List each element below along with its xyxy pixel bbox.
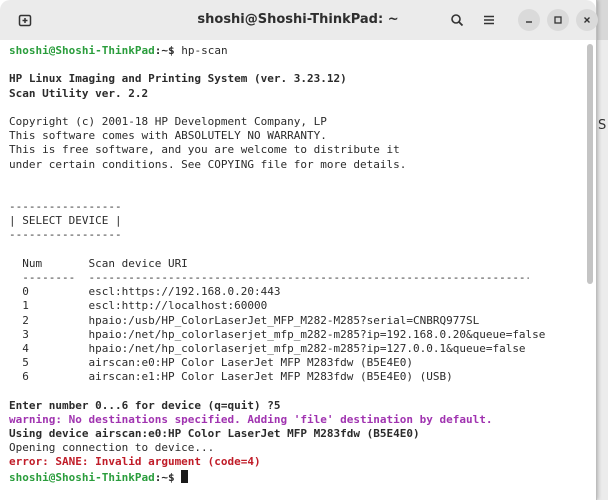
- output-line: Scan Utility ver. 2.2: [9, 86, 149, 100]
- warning-message: warning: No destinations specified. Addi…: [9, 412, 493, 426]
- error-message: error: SANE: Invalid argument (code=4): [9, 455, 261, 469]
- window-title: shoshi@Shoshi-ThinkPad: ~: [197, 12, 399, 27]
- device-row: 5 airscan:e0:HP Color LaserJet MFP M283f…: [9, 356, 413, 370]
- prompt-user-host: shoshi@Shoshi-ThinkPad: [9, 470, 155, 484]
- minimize-button[interactable]: [518, 9, 540, 31]
- table-header: Num Scan device URI: [9, 256, 188, 270]
- close-icon: [584, 17, 590, 23]
- prompt-user-host: shoshi@Shoshi-ThinkPad: [9, 44, 155, 57]
- hamburger-menu-icon: [484, 15, 494, 25]
- menu-button[interactable]: [476, 7, 502, 33]
- maximize-button[interactable]: [547, 9, 569, 31]
- minimize-icon: [526, 21, 532, 23]
- using-device-line: Using device airscan:e0:HP Color LaserJe…: [9, 427, 420, 441]
- table-rule: -------- -------------------------------…: [9, 271, 529, 284]
- device-row: 2 hpaio:/usb/HP_ColorLaserJet_MFP_M282-M…: [9, 313, 480, 327]
- device-row: 0 escl:https://192.168.0.20:443: [9, 285, 281, 299]
- search-button[interactable]: [444, 7, 470, 33]
- command-text: hp-scan: [181, 44, 228, 57]
- maximize-icon: [554, 16, 562, 24]
- scrollbar-thumb[interactable]: [587, 44, 593, 284]
- output-line: Copyright (c) 2001-18 HP Development Com…: [9, 114, 327, 128]
- output-line: | SELECT DEVICE |: [9, 214, 122, 228]
- output-line: This is free software, and you are welco…: [9, 143, 400, 157]
- device-row: 1 escl:http://localhost:60000: [9, 299, 268, 313]
- command-line: shoshi@Shoshi-ThinkPad:~$ hp-scan: [9, 44, 596, 58]
- device-row: 6 airscan:e1:HP Color LaserJet MFP M283f…: [9, 370, 453, 384]
- current-prompt-line: shoshi@Shoshi-ThinkPad:~$: [9, 469, 596, 484]
- enter-number-prompt: Enter number 0...6 for device (q=quit) ?…: [9, 398, 281, 412]
- prompt-suffix: :~$: [154, 470, 182, 484]
- output-line: under certain conditions. See COPYING fi…: [9, 157, 407, 171]
- device-row: 4 hpaio:/net/hp_colorlaserjet_mfp_m282-m…: [9, 341, 526, 355]
- device-row: 3 hpaio:/net/hp_colorlaserjet_mfp_m282-m…: [9, 327, 546, 341]
- output-line: HP Linux Imaging and Printing System (ve…: [9, 72, 347, 86]
- background-text-fragment: S: [598, 118, 607, 133]
- prompt-suffix: :~$: [154, 44, 182, 57]
- terminal-output[interactable]: shoshi@Shoshi-ThinkPad:~$ hp-scan HP Lin…: [0, 40, 596, 500]
- output-line: Opening connection to device...: [9, 441, 215, 455]
- output-line: -----------------: [9, 200, 122, 214]
- text-cursor: [181, 469, 189, 483]
- title-bar[interactable]: shoshi@Shoshi-ThinkPad: ~: [0, 0, 598, 41]
- output-line: -----------------: [9, 228, 122, 242]
- output-line: This software comes with ABSOLUTELY NO W…: [9, 129, 327, 143]
- close-button[interactable]: [576, 9, 598, 31]
- search-icon: [451, 14, 464, 27]
- terminal-window: shoshi@Shoshi-ThinkPad: ~ shoshi@Shoshi-…: [0, 0, 598, 500]
